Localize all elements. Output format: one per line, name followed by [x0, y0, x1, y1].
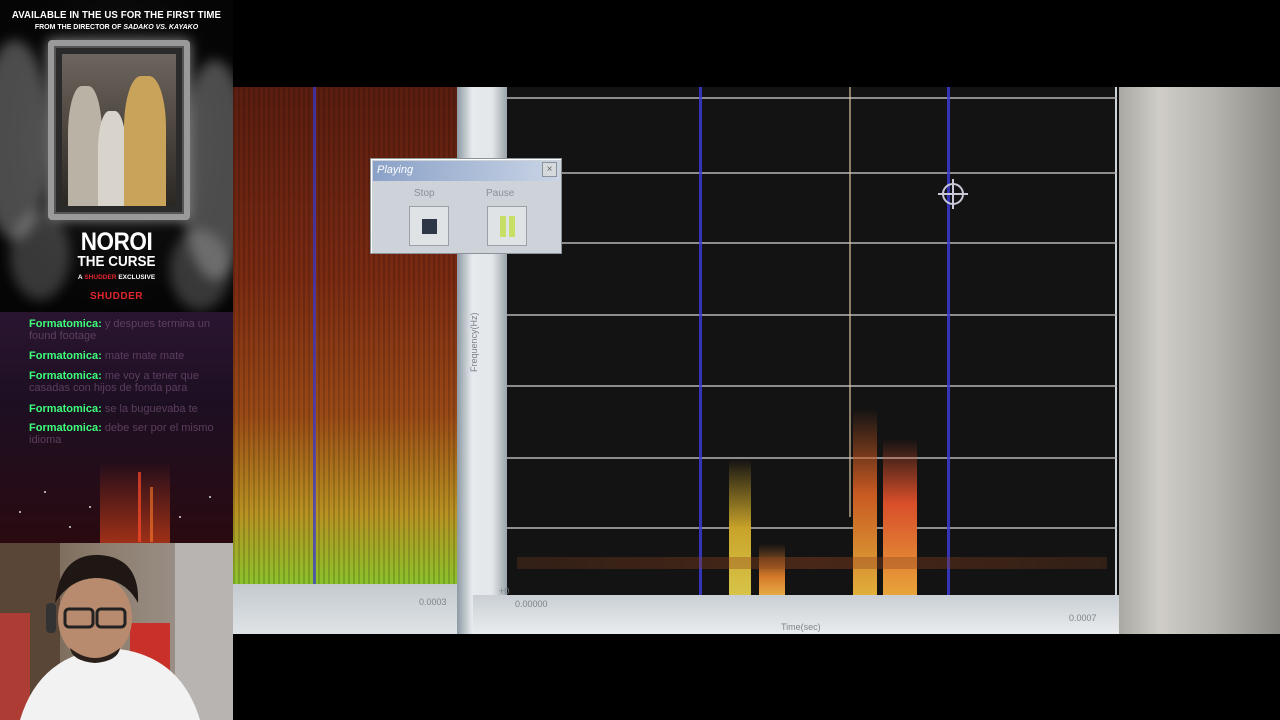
chat-background-lights [19, 472, 211, 542]
spectrogram-plot [507, 87, 1117, 599]
stop-label: Stop [414, 188, 435, 199]
chat-username: Formatomica: [29, 370, 102, 382]
dialog-title: Playing [373, 161, 559, 181]
stream-chat: Formatomica: y despues termina un found … [0, 312, 233, 543]
crosshair-cursor-icon [938, 179, 968, 209]
stop-button[interactable] [409, 206, 449, 246]
movie-promo-banner: AVAILABLE IN THE US FOR THE FIRST TIME F… [0, 0, 233, 312]
pause-label: Pause [486, 188, 515, 199]
chat-message: Formatomica: se la buguevaba te [29, 403, 233, 415]
close-icon[interactable]: × [542, 162, 557, 177]
chat-message: Formatomica: y despues termina un found … [29, 318, 233, 342]
chat-username: Formatomica: [29, 318, 102, 330]
frequency-axis-label: Frequency(Hz) [469, 312, 479, 372]
axis-tick-zero: 0.00000 [515, 599, 548, 609]
chat-message: Formatomica: debe ser por el mismo idiom… [29, 422, 233, 446]
promo-subheadline: FROM THE DIRECTOR OF SADAKO VS. KAYAKO [34, 24, 199, 31]
pause-button[interactable] [487, 206, 527, 246]
chat-username: Formatomica: [29, 422, 102, 434]
chat-message: Formatomica: me voy a tener que casadas … [29, 370, 233, 394]
chat-message: Formatomica: mate mate mate [29, 350, 233, 362]
chat-username: Formatomica: [29, 403, 102, 415]
promo-exclusive-line: A SHUDDER EXCLUSIVE [77, 274, 156, 281]
chat-text: se la buguevaba te [104, 403, 198, 415]
shudder-logo: SHUDDER [90, 291, 143, 302]
family-photo [62, 54, 176, 206]
time-axis-label: Time(sec) [781, 622, 821, 632]
axis-tick: 0.0007 [1069, 613, 1097, 623]
webcam-feed [0, 543, 233, 720]
family-photo-frame [48, 40, 190, 220]
axis-tick: 0.0003 [419, 597, 447, 607]
streamer-webcam [0, 543, 233, 720]
promo-title-sub: THE CURSE [77, 253, 156, 270]
background-curtain [1119, 87, 1280, 634]
playing-dialog: Playing × Stop Pause [370, 158, 562, 254]
chat-username: Formatomica: [29, 350, 102, 362]
axis-tick: +0 [499, 586, 510, 596]
chat-text: mate mate mate [104, 350, 185, 362]
promo-headline: AVAILABLE IN THE US FOR THE FIRST TIME [11, 9, 222, 21]
